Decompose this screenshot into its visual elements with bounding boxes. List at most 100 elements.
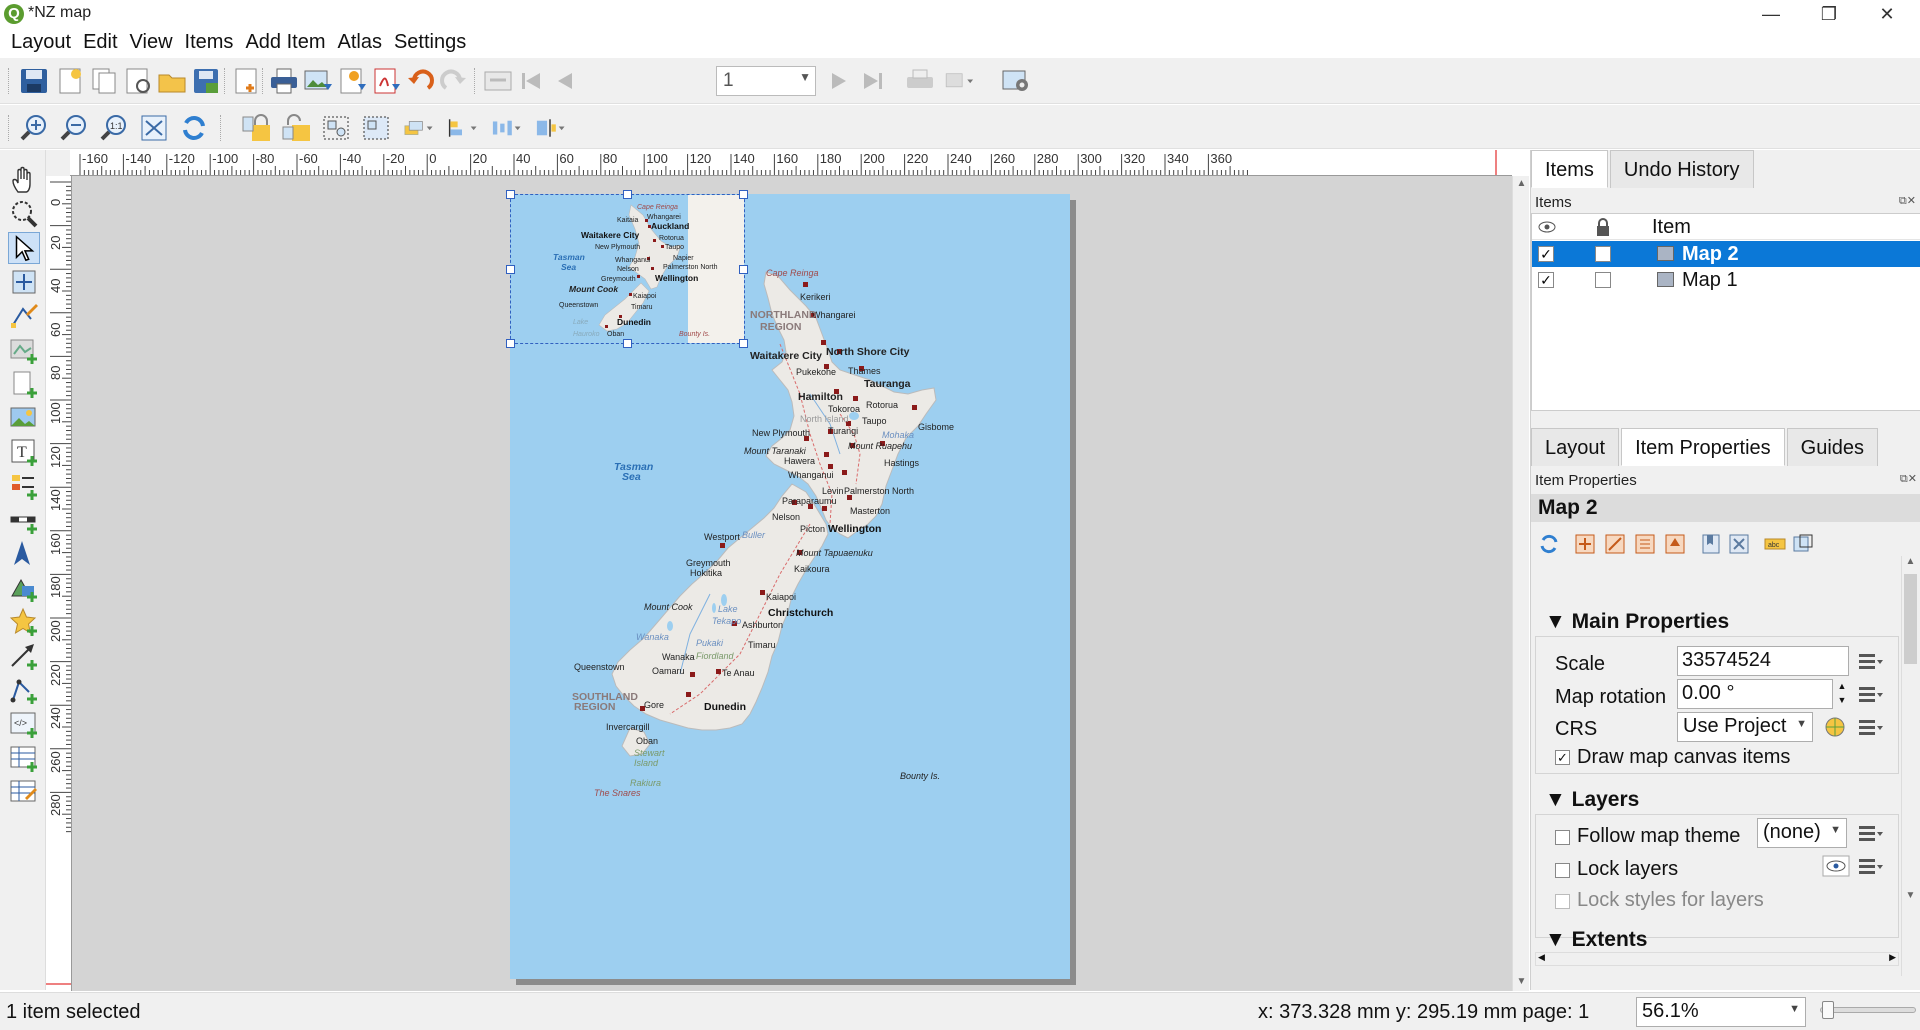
visibility-checkbox[interactable]: ✓ (1538, 272, 1554, 288)
menu-items[interactable]: Items (180, 28, 239, 58)
layout-canvas[interactable]: Cape Reinga Kerikeri Whangarei NORTHLAND REG… (72, 176, 1512, 991)
resize-handle-bottom[interactable] (623, 339, 632, 348)
add-scalebar-icon[interactable] (8, 504, 40, 536)
resize-handle-top[interactable] (623, 190, 632, 199)
canvas-vertical-scrollbar[interactable]: ▲ ▼ (1512, 176, 1529, 991)
group-icon[interactable] (320, 113, 352, 143)
unlock-items-icon[interactable] (280, 113, 312, 143)
refresh-icon[interactable] (178, 113, 210, 143)
atlas-settings-icon[interactable] (1000, 66, 1032, 96)
zoom-out-icon[interactable] (58, 113, 90, 143)
scroll-left-icon[interactable]: ◀ (1538, 952, 1545, 963)
panel-float-close-icon[interactable]: ⧉✕ (1900, 472, 1917, 486)
menu-atlas[interactable]: Atlas (332, 28, 386, 58)
properties-horizontal-scrollbar[interactable]: ◀ ▶ (1535, 952, 1899, 966)
view-extent-icon[interactable] (1603, 532, 1627, 556)
lock-checkbox[interactable] (1595, 246, 1611, 262)
visibility-checkbox[interactable]: ✓ (1538, 246, 1554, 262)
resize-handle-top-left[interactable] (506, 190, 515, 199)
add-label-icon[interactable]: T (8, 436, 40, 468)
scroll-up-icon[interactable]: ▲ (1902, 556, 1919, 567)
layer-visibility-icon[interactable] (1821, 853, 1851, 879)
ungroup-icon[interactable] (360, 113, 392, 143)
lock-styles-checkbox[interactable] (1555, 894, 1570, 909)
crs-combo[interactable]: Use Project ▼ (1677, 712, 1813, 742)
add-map-icon[interactable] (8, 334, 40, 366)
item-row-map-2[interactable]: ✓ Map 2 (1532, 241, 1920, 267)
add-fixed-table-icon[interactable] (8, 776, 40, 808)
horizontal-ruler[interactable]: -160 -140 -120 -100 -80 -60 -40 -20 0 20 40 60 80 100… (70, 150, 1512, 176)
bookmarks-icon[interactable] (1699, 532, 1723, 556)
scroll-right-icon[interactable]: ▶ (1889, 952, 1896, 963)
menu-layout[interactable]: Layout (6, 28, 76, 58)
items-tree[interactable]: Item ✓ Map 2 ✓ Map 1 (1531, 213, 1920, 411)
lock-layers-checkbox[interactable] (1555, 863, 1570, 878)
last-feature-icon[interactable] (856, 66, 888, 96)
zoom-in-icon[interactable] (18, 113, 50, 143)
menu-edit[interactable]: Edit (78, 28, 122, 58)
item-row-map-1[interactable]: ✓ Map 1 (1532, 267, 1920, 293)
add-marker-icon[interactable] (8, 606, 40, 638)
tab-guides[interactable]: Guides (1786, 428, 1879, 466)
follow-map-theme-checkbox[interactable] (1555, 830, 1570, 845)
pan-icon[interactable] (8, 164, 40, 196)
next-feature-icon[interactable] (822, 66, 854, 96)
resize-icon[interactable] (534, 113, 566, 143)
raise-icon[interactable] (402, 113, 434, 143)
set-extent-icon[interactable] (1573, 532, 1597, 556)
zoom-level-combo[interactable]: 56.1% ▼ (1636, 997, 1806, 1027)
resize-handle-bottom-left[interactable] (506, 339, 515, 348)
add-html-icon[interactable]: </> (8, 708, 40, 740)
new-layout-icon[interactable] (54, 66, 86, 96)
previous-feature-icon[interactable] (550, 66, 582, 96)
data-defined-override-icon[interactable] (1855, 820, 1885, 846)
view-scale-icon[interactable] (1663, 532, 1687, 556)
rotation-spinner[interactable]: ▲ ▼ (1835, 679, 1849, 709)
print-icon[interactable] (268, 66, 300, 96)
atlas-page-combo[interactable]: 1 ▼ (716, 66, 816, 96)
layers-section[interactable]: ▼ Layers (1545, 788, 1639, 812)
data-defined-override-icon[interactable] (1855, 853, 1885, 879)
layout-page[interactable]: Cape Reinga Kerikeri Whangarei NORTHLAND REG… (506, 190, 1070, 979)
extents-section[interactable]: ▼ Extents (1545, 928, 1647, 952)
scroll-down-icon[interactable]: ▼ (1902, 890, 1919, 901)
zoom-tool-icon[interactable] (8, 198, 40, 230)
panel-float-close-icon[interactable]: ⧉✕ (1899, 194, 1916, 208)
select-tool-icon[interactable] (8, 232, 40, 264)
close-button[interactable]: ✕ (1858, 0, 1916, 28)
save-icon[interactable] (18, 66, 50, 96)
tab-undo-history[interactable]: Undo History (1609, 150, 1754, 188)
undo-icon[interactable] (404, 66, 436, 96)
lock-checkbox[interactable] (1595, 272, 1611, 288)
add-pages-icon[interactable] (230, 66, 262, 96)
atlas-print-icon[interactable] (904, 66, 936, 96)
add-attribute-table-icon[interactable] (8, 742, 40, 774)
tab-item-properties[interactable]: Item Properties (1621, 428, 1785, 466)
map-rotation-input[interactable]: 0.00 ° (1677, 679, 1833, 709)
distribute-icon[interactable] (490, 113, 522, 143)
lock-items-icon[interactable] (240, 113, 272, 143)
add-3d-map-icon[interactable] (8, 368, 40, 400)
menu-add-item[interactable]: Add Item (240, 28, 330, 58)
add-arrow-icon[interactable] (8, 640, 40, 672)
item-column-header[interactable]: Item (1652, 216, 1691, 239)
add-picture-icon[interactable] (8, 402, 40, 434)
zoom-slider-handle[interactable] (1822, 1001, 1834, 1019)
export-pdf-icon[interactable] (370, 66, 402, 96)
move-content-icon[interactable] (8, 266, 40, 298)
zoom-full-icon[interactable] (138, 113, 170, 143)
clipping-settings-icon[interactable] (1791, 532, 1815, 556)
redo-icon[interactable] (438, 66, 470, 96)
add-shape-icon[interactable] (8, 572, 40, 604)
data-defined-override-icon[interactable] (1855, 648, 1885, 674)
duplicate-layout-icon[interactable] (88, 66, 120, 96)
vertical-ruler[interactable]: 0 20 40 60 80 100 120 140 160 180 200 220 240 260 280 (46, 176, 72, 991)
layout-manager-icon[interactable] (122, 66, 154, 96)
export-image-icon[interactable] (302, 66, 334, 96)
add-node-item-icon[interactable] (8, 674, 40, 706)
labeling-settings-icon[interactable] (1727, 532, 1751, 556)
atlas-preview-icon[interactable] (482, 66, 514, 96)
scroll-up-icon[interactable]: ▲ (1513, 178, 1530, 189)
data-defined-override-icon[interactable] (1855, 681, 1885, 707)
add-north-arrow-icon[interactable] (8, 538, 40, 570)
